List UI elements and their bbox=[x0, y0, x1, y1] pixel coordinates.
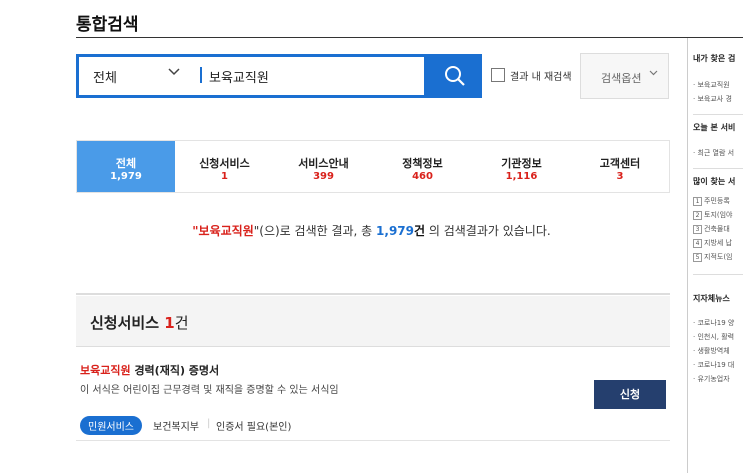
news-label: 유기농업자 bbox=[697, 375, 730, 383]
section-divider bbox=[76, 293, 670, 295]
apply-button[interactable]: 신청 bbox=[594, 380, 666, 409]
recent-search-title: 내가 찾은 검 bbox=[693, 54, 736, 63]
page-title: 통합검색 bbox=[76, 15, 139, 35]
rank-number: 1 bbox=[693, 197, 702, 206]
result-description: 이 서식은 어린이집 근무경력 및 재직을 증명할 수 있는 서식임 bbox=[80, 385, 339, 396]
news-item[interactable]: · 인천시, 활력 bbox=[693, 332, 734, 342]
recent-search-label: 보육교사 경 bbox=[697, 95, 732, 103]
search-input[interactable]: 보육교직원 bbox=[209, 67, 269, 86]
popular-item[interactable]: 2 토지(임야 bbox=[693, 210, 733, 220]
popular-item[interactable]: 5 지적도(임 bbox=[693, 252, 733, 262]
search-box[interactable]: 전체 보육교직원 bbox=[76, 54, 427, 98]
result-divider bbox=[76, 440, 670, 441]
popular-title: 많이 찾는 서 bbox=[693, 177, 736, 186]
today-viewed-title: 오늘 본 서비 bbox=[693, 123, 736, 132]
news-title: 지자체뉴스 bbox=[693, 294, 730, 303]
tab-label: 신청서비스 bbox=[199, 157, 250, 170]
news-item[interactable]: · 코로나19 양 bbox=[693, 318, 734, 328]
section-unit: 건 bbox=[174, 314, 189, 332]
summary-keyword: 보육교직원 bbox=[198, 224, 254, 238]
result-auth-requirement: 인증서 필요(본인) bbox=[216, 422, 292, 433]
tab-label: 전체 bbox=[115, 157, 137, 170]
result-department: 보건복지부 bbox=[153, 422, 199, 433]
result-title-link[interactable]: 보육교직원 경력(재직) 증명서 bbox=[80, 362, 219, 378]
summary-text: "(으)로 검색한 결과, 총 bbox=[253, 224, 377, 238]
title-divider bbox=[76, 37, 743, 38]
chevron-down-icon bbox=[649, 68, 658, 80]
rank-number: 5 bbox=[693, 253, 702, 262]
chevron-down-icon[interactable] bbox=[167, 64, 181, 82]
popular-label: 지적도(임 bbox=[704, 253, 733, 261]
result-title-highlight: 보육교직원 bbox=[80, 364, 131, 377]
summary-total: 1,979 bbox=[376, 224, 414, 238]
news-label: 인천시, 활력 bbox=[697, 333, 735, 341]
category-badge: 민원서비스 bbox=[80, 416, 142, 435]
section-count: 1 bbox=[164, 314, 175, 332]
summary-unit: 건 bbox=[414, 224, 426, 238]
sidebar: 내가 찾은 검 · 보육교직원 · 보육교사 경 오늘 본 서비 · 최근 열람… bbox=[693, 38, 743, 473]
today-viewed-item: · 최근 열람 서 bbox=[693, 149, 735, 157]
news-item[interactable]: · 코로나19 대 bbox=[693, 360, 734, 370]
rank-number: 2 bbox=[693, 211, 702, 220]
section-header: 신청서비스 1건 bbox=[76, 296, 670, 347]
search-icon bbox=[445, 66, 465, 86]
tab-label: 서비스안내 bbox=[298, 157, 349, 170]
tab-service-guide[interactable]: 서비스안내 399 bbox=[274, 141, 373, 192]
sidebar-divider bbox=[693, 168, 743, 169]
news-label: 생활방역체 bbox=[697, 347, 730, 355]
tab-count: 3 bbox=[616, 171, 624, 182]
result-summary: "보육교직원"(으)로 검색한 결과, 총 1,979건 의 검색결과가 있습니… bbox=[0, 222, 743, 239]
news-item[interactable]: · 생활방역체 bbox=[693, 346, 730, 356]
tab-count: 1,116 bbox=[505, 171, 538, 182]
popular-item[interactable]: 3 건축물대 bbox=[693, 224, 730, 234]
section-title: 신청서비스 1건 bbox=[90, 312, 189, 333]
popular-label: 주민등록 bbox=[704, 197, 730, 205]
tab-all[interactable]: 전체 1,979 bbox=[77, 141, 175, 192]
recent-search-item[interactable]: · 보육교사 경 bbox=[693, 94, 732, 104]
search-options-label: 검색옵션 bbox=[601, 72, 642, 85]
tab-label: 고객센터 bbox=[599, 157, 641, 170]
popular-item[interactable]: 4 지방세 납 bbox=[693, 238, 732, 248]
search-button[interactable] bbox=[427, 54, 482, 98]
recheck-label: 결과 내 재검색 bbox=[510, 72, 572, 83]
recent-search-item[interactable]: · 보육교직원 bbox=[693, 80, 730, 90]
tab-count: 1,979 bbox=[110, 171, 142, 182]
rank-number: 3 bbox=[693, 225, 702, 234]
news-label: 코로나19 양 bbox=[697, 319, 735, 327]
search-options-button[interactable]: 검색옵션 bbox=[580, 53, 669, 99]
tab-count: 460 bbox=[412, 171, 433, 182]
news-item[interactable]: · 유기농업자 bbox=[693, 374, 730, 384]
popular-label: 지방세 납 bbox=[704, 239, 732, 247]
tab-label: 정책정보 bbox=[402, 157, 443, 170]
sidebar-divider bbox=[693, 274, 743, 275]
category-tabs: 전체 1,979 신청서비스 1 서비스안내 399 정책정보 460 기관정보… bbox=[76, 140, 670, 193]
recheck-checkbox[interactable] bbox=[491, 68, 505, 82]
rank-number: 4 bbox=[693, 239, 702, 248]
today-viewed-label: 최근 열람 서 bbox=[697, 149, 735, 157]
result-title-rest: 경력(재직) 증명서 bbox=[130, 364, 220, 377]
tab-count: 399 bbox=[313, 171, 334, 182]
popular-label: 토지(임야 bbox=[704, 211, 733, 219]
tab-label: 기관정보 bbox=[501, 157, 542, 170]
summary-tail: 의 검색결과가 있습니다. bbox=[425, 224, 551, 238]
popular-label: 건축물대 bbox=[704, 225, 730, 233]
tab-policy[interactable]: 정책정보 460 bbox=[373, 141, 472, 192]
tab-customer-center[interactable]: 고객센터 3 bbox=[571, 141, 669, 192]
popular-item[interactable]: 1 주민등록 bbox=[693, 196, 730, 206]
news-label: 코로나19 대 bbox=[697, 361, 735, 369]
search-scope-select[interactable]: 전체 bbox=[93, 67, 117, 86]
recent-search-label: 보육교직원 bbox=[697, 81, 730, 89]
sidebar-border bbox=[687, 38, 688, 473]
meta-divider: | bbox=[207, 418, 211, 429]
section-title-text: 신청서비스 bbox=[90, 314, 160, 332]
tab-apply-service[interactable]: 신청서비스 1 bbox=[175, 141, 274, 192]
tab-agency[interactable]: 기관정보 1,116 bbox=[472, 141, 571, 192]
search-cursor bbox=[200, 67, 202, 83]
sidebar-divider bbox=[693, 114, 743, 115]
tab-count: 1 bbox=[221, 171, 228, 182]
